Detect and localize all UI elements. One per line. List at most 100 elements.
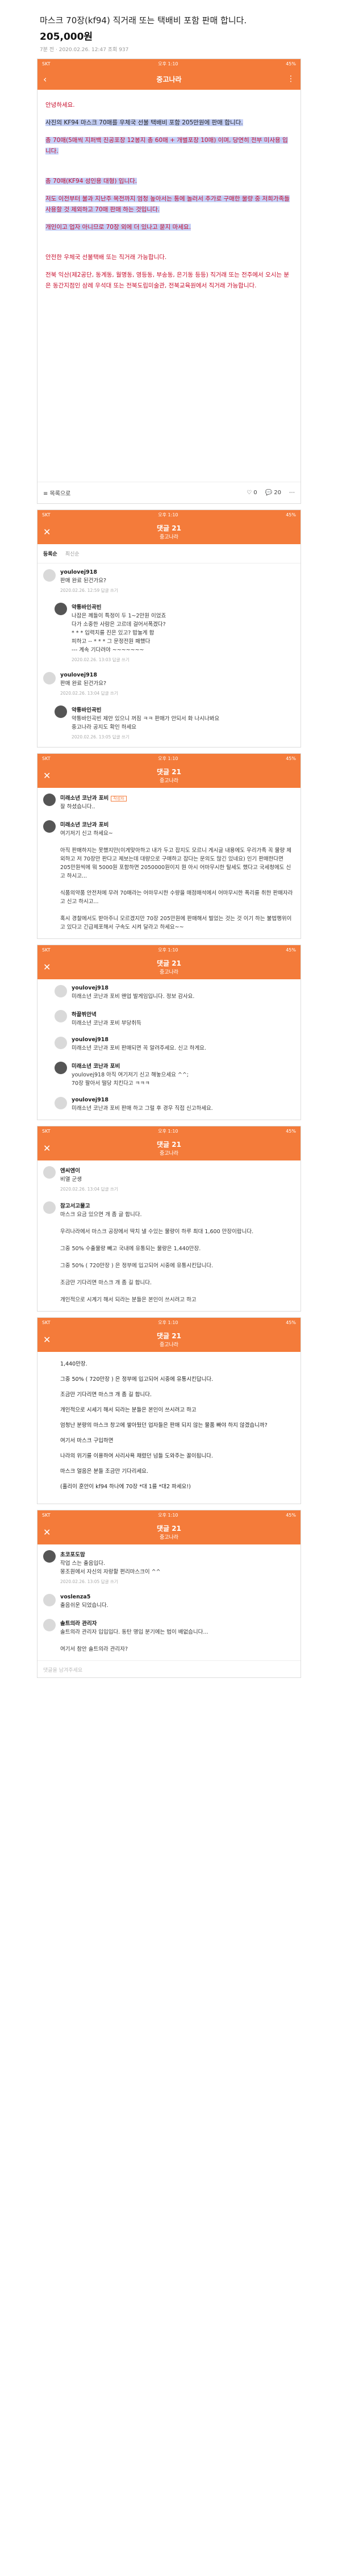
post-body: 안녕하세요. 사진의 KF94 마스크 70매를 우체국 선불 택배비 포함 2… xyxy=(37,90,301,482)
comment-header-subtitle: 중고나라 xyxy=(159,535,179,540)
post-title: 마스크 70장(kf94) 직거래 또는 택배비 포함 판매 합니다. xyxy=(40,15,247,26)
comment-author[interactable]: youlovej918 xyxy=(72,1097,295,1103)
avatar xyxy=(55,1097,67,1109)
share-icon[interactable]: ⋯ xyxy=(289,490,295,496)
like-button[interactable]: ♡ 0 xyxy=(247,490,257,496)
comment-item: voslenza5 출음쉬운 되었습니다. xyxy=(37,1588,301,1613)
avatar xyxy=(43,672,56,684)
comment-list: youlovej918 미래소년 코난과 포비 왠업 발게임입니다. 정보 감사요… xyxy=(37,979,301,1120)
app-title: 중고나라 xyxy=(156,75,182,83)
status-bar: SKT 오후 1:10 45% xyxy=(37,1510,301,1519)
comment-text: 미래소년 코난과 포비 판매되면 꼭 알려주세요. 신고 하게요. xyxy=(72,1045,206,1051)
comment-author[interactable]: 약통바인곡빈 xyxy=(72,603,295,611)
avatar xyxy=(55,603,67,615)
status-time: 오후 1:10 xyxy=(158,1128,178,1134)
comment-author[interactable]: 엔씨엔이 xyxy=(60,1166,295,1174)
comment-meta: 2020.02.26. 13:04 답글 쓰기 xyxy=(60,691,118,696)
comment-item: 미래소년 코난과 포비 youlovej918 아직 여기저기 신고 해놓으세요 … xyxy=(37,1056,301,1091)
comment-text: 솔트의라 관리자 입입입다. 동탄 명입 분기에는 법이 배없습니다... 여기… xyxy=(60,1629,208,1652)
sort-tab-latest[interactable]: 최신순 xyxy=(65,550,80,557)
app-bar: ‹ 중고나라 ⋮ xyxy=(37,68,301,90)
comment-item: youlovej918 판매 완료 된건가요? 2020.02.26. 13:0… xyxy=(37,666,301,700)
comment-author[interactable]: 초코포도맘 xyxy=(60,1550,295,1558)
comment-text: 잘 하셨습니다.. xyxy=(60,804,95,810)
comment-author[interactable]: 약통바인곡빈 xyxy=(72,705,295,713)
battery: 45% xyxy=(286,755,296,761)
status-bar: SKT 오후 1:10 45% xyxy=(37,1126,301,1135)
continued-text: 1,440만장. xyxy=(60,1361,87,1367)
comment-app-bar: ✕ 댓글 21 중고나라 xyxy=(37,1135,301,1160)
phone-screen-comments-6: SKT 오후 1:10 45% ✕ 댓글 21 중고나라 초코포도맘 작업 스는 … xyxy=(37,1510,301,1678)
close-icon[interactable]: ✕ xyxy=(43,770,51,781)
close-icon[interactable]: ✕ xyxy=(43,527,51,537)
comment-item: 참고서고물고마스크 요금 있으면 개 좀 글 합니다. 우리나라에서 마스크 공… xyxy=(37,1196,301,1308)
comment-author[interactable]: 미래소년 코난과 포비 xyxy=(72,1062,295,1070)
comment-header-title: 댓글 21 xyxy=(157,524,181,532)
sort-tab-registered[interactable]: 등록순 xyxy=(43,550,57,557)
post-header: 마스크 70장(kf94) 직거래 또는 택배비 포함 판매 합니다. 205,… xyxy=(0,0,338,53)
phone-screen-post: SKT 오후 1:10 45% ‹ 중고나라 ⋮ 안녕하세요. 사진의 KF94… xyxy=(37,59,301,504)
comment-author[interactable]: voslenza5 xyxy=(60,1594,295,1600)
more-icon[interactable]: ⋮ xyxy=(287,74,295,83)
phone-screen-comments-4: SKT 오후 1:10 45% ✕ 댓글 21 중고나라 엔씨엔이 비열 군생 20… xyxy=(37,1126,301,1312)
comment-app-bar: ✕ 댓글 21 중고나라 xyxy=(37,1327,301,1352)
continued-text: 여기서 마스크 구입하면 xyxy=(60,1438,114,1444)
continued-text: (홀리이 훈안이 kf94 하나에 70장 *대 1를 *대2 파세요!) xyxy=(60,1484,191,1490)
continued-text: 그중 50% ( 720만장 ) 은 정부에 입고되어 시중에 유통시킨답니다. xyxy=(60,1376,214,1383)
close-icon[interactable]: ✕ xyxy=(43,1527,51,1538)
comment-input[interactable]: 댓글을 남겨주세요 xyxy=(37,1660,301,1677)
comment-author[interactable]: youlovej918 xyxy=(72,1037,295,1043)
list-label: 목록으로 xyxy=(49,491,71,497)
comment-text: 여기저기 신고 하세요~ 아직 판매하지는 못했지만(이게맞아하고 내가 두고 … xyxy=(60,830,293,930)
status-bar: SKT 오후 1:10 45% xyxy=(37,510,301,519)
comment-header-subtitle: 중고나라 xyxy=(159,1535,179,1540)
heart-icon: ♡ xyxy=(247,490,252,496)
carrier: SKT xyxy=(42,61,51,66)
close-icon[interactable]: ✕ xyxy=(43,1143,51,1154)
page: 마스크 70장(kf94) 직거래 또는 택배비 포함 판매 합니다. 205,… xyxy=(0,0,338,2576)
phone-screen-comments-1: SKT 오후 1:10 45% ✕ 댓글 21 중고나라 등록순 최신순 you… xyxy=(37,510,301,748)
comment-count: 20 xyxy=(274,490,281,496)
comment-author[interactable]: 미래소년 코난과 포비 작성자 xyxy=(60,794,295,801)
comment-header-title: 댓글 21 xyxy=(157,1141,181,1149)
comment-app-bar: ✕ 댓글 21 중고나라 xyxy=(37,954,301,979)
comment-author[interactable]: 하끌뷔안녁 xyxy=(72,1010,295,1018)
close-icon[interactable]: ✕ xyxy=(43,962,51,972)
comment-author[interactable]: youlovej918 xyxy=(60,569,295,575)
comment-button[interactable]: 💬 20 xyxy=(265,490,281,496)
comment-header-subtitle: 중고나라 xyxy=(159,1151,179,1157)
comment-author[interactable]: 미래소년 코난과 포비 xyxy=(60,820,295,828)
comment-list: youlovej918 판매 완료 된건가요? 2020.02.26. 12:5… xyxy=(37,563,301,747)
status-bar: SKT 오후 1:10 45% xyxy=(37,59,301,68)
comment-author[interactable]: youlovej918 xyxy=(60,672,295,678)
body-paragraph: 개인이고 업자 아니므로 70장 외에 더 있나고 묻지 마세요. xyxy=(45,224,191,231)
comment-app-bar: ✕ 댓글 21 중고나라 xyxy=(37,1519,301,1544)
avatar xyxy=(55,705,67,718)
comment-text: 마스크 요금 있으면 개 좀 글 합니다. 우리나라에서 마스크 공장에서 딱치… xyxy=(60,1212,254,1303)
action-bar: ≡ 목록으로 ♡ 0 💬 20 ⋯ xyxy=(37,482,301,503)
comment-continued: 1,440만장. 그중 50% ( 720만장 ) 은 정부에 입고되어 시중에… xyxy=(37,1352,301,1504)
avatar xyxy=(43,569,56,582)
comment-app-bar: ✕ 댓글 21 중고나라 xyxy=(37,763,301,788)
close-icon[interactable]: ✕ xyxy=(43,1334,51,1345)
comment-item: 약통바인곡빈 약통바인곡빈 제안 있으니 꺼짐 ㅋㅋ 판매가 안되서 화 나시나… xyxy=(37,700,301,744)
avatar xyxy=(43,1594,56,1606)
battery: 45% xyxy=(286,512,296,517)
post-meta: 7분 전 · 2020.02.26. 12:47 조회 937 xyxy=(40,47,129,53)
body-paragraph: 총 70매(5매씩 지퍼백 진공포장 12봉지 총 60매 + 개별포장 10매… xyxy=(45,137,288,155)
status-time: 오후 1:10 xyxy=(158,1512,178,1518)
comment-item: youlovej918 미래소년 코난과 포비 판매 하고 그럴 후 경우 직접 … xyxy=(37,1091,301,1116)
avatar xyxy=(43,1550,56,1563)
comment-author[interactable]: 참고서고물고 xyxy=(60,1201,295,1209)
list-button[interactable]: ≡ 목록으로 xyxy=(43,489,70,497)
comment-item: youlovej918 미래소년 코난과 포비 판매되면 꼭 알려주세요. 신고 … xyxy=(37,1031,301,1056)
comment-author[interactable]: 솔트의라 관리자 xyxy=(60,1619,295,1627)
carrier: SKT xyxy=(42,1320,51,1325)
back-icon[interactable]: ‹ xyxy=(43,74,47,85)
comment-text: 판매 완료 된건가요? xyxy=(60,578,107,584)
avatar xyxy=(43,1166,56,1179)
status-time: 오후 1:10 xyxy=(158,1320,178,1325)
comment-author[interactable]: youlovej918 xyxy=(72,985,295,991)
status-time: 오후 1:10 xyxy=(158,512,178,517)
avatar xyxy=(43,794,56,806)
